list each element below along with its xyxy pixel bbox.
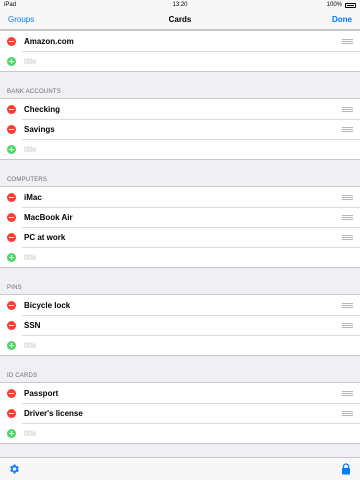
list-item[interactable]: Driver's license (0, 403, 360, 423)
add-item-row[interactable]: title (0, 335, 360, 355)
status-bar: iPad 13:20 100% (0, 0, 360, 10)
page-title: Cards (168, 15, 192, 24)
item-label: MacBook Air (24, 212, 73, 222)
reorder-handle-icon[interactable] (342, 234, 353, 240)
add-item-row[interactable]: title (0, 247, 360, 267)
section-header-bank-accounts: BANK ACCOUNTS (7, 89, 61, 95)
add-icon[interactable] (7, 340, 16, 350)
delete-icon[interactable] (7, 192, 16, 202)
item-label: Bicycle lock (24, 300, 71, 310)
delete-icon[interactable] (7, 388, 16, 398)
item-label: PC at work (24, 232, 66, 242)
list-item[interactable]: Amazon.com (0, 31, 360, 51)
battery-percent: 100% (326, 2, 342, 8)
navigation-bar: Groups Cards Done (0, 10, 360, 30)
bottom-toolbar (0, 457, 360, 480)
title-input[interactable]: title (24, 253, 360, 262)
title-input[interactable]: title (24, 145, 360, 154)
list-item[interactable]: PC at work (0, 227, 360, 247)
group-bank-accounts: Checking Savings title (0, 98, 360, 160)
list-item[interactable]: Passport (0, 383, 360, 403)
delete-icon[interactable] (7, 300, 16, 310)
delete-icon[interactable] (7, 36, 16, 46)
clock: 13:20 (172, 2, 188, 8)
delete-icon[interactable] (7, 104, 16, 114)
title-input[interactable]: title (24, 429, 360, 438)
reorder-handle-icon[interactable] (342, 214, 353, 220)
item-label: Checking (24, 104, 61, 114)
add-item-row[interactable]: title (0, 139, 360, 159)
top-group: Amazon.com title (0, 30, 360, 72)
delete-icon[interactable] (7, 124, 16, 134)
add-icon[interactable] (7, 56, 16, 66)
reorder-handle-icon[interactable] (342, 410, 353, 416)
item-label: Savings (24, 124, 55, 134)
gear-icon[interactable] (8, 463, 20, 475)
title-input[interactable]: title (24, 341, 360, 350)
lock-icon[interactable] (341, 463, 351, 475)
battery-icon (345, 3, 356, 8)
delete-icon[interactable] (7, 408, 16, 418)
card-list[interactable]: Amazon.com title BANK ACCOUNTS Checking … (0, 30, 360, 457)
reorder-handle-icon[interactable] (342, 302, 353, 308)
list-item[interactable]: Savings (0, 119, 360, 139)
item-label: SSN (24, 320, 41, 330)
item-label: Passport (24, 388, 59, 398)
section-header-pins: PINS (7, 285, 22, 291)
done-button[interactable]: Done (332, 10, 352, 30)
list-item[interactable]: MacBook Air (0, 207, 360, 227)
list-item[interactable]: iMac (0, 187, 360, 207)
section-header-computers: COMPUTERS (7, 177, 48, 183)
delete-icon[interactable] (7, 212, 16, 222)
reorder-handle-icon[interactable] (342, 390, 353, 396)
delete-icon[interactable] (7, 320, 16, 330)
delete-icon[interactable] (7, 232, 16, 242)
item-label: iMac (24, 192, 42, 202)
item-label: Amazon.com (24, 36, 74, 46)
add-icon[interactable] (7, 252, 16, 262)
reorder-handle-icon[interactable] (342, 38, 353, 44)
add-icon[interactable] (7, 144, 16, 154)
group-pins: Bicycle lock SSN title (0, 294, 360, 356)
reorder-handle-icon[interactable] (342, 194, 353, 200)
reorder-handle-icon[interactable] (342, 126, 353, 132)
list-item[interactable]: Checking (0, 99, 360, 119)
group-computers: iMac MacBook Air PC at work title (0, 186, 360, 268)
reorder-handle-icon[interactable] (342, 322, 353, 328)
add-icon[interactable] (7, 428, 16, 438)
section-header-id-cards: ID CARDS (7, 373, 38, 379)
add-item-row[interactable]: title (0, 51, 360, 71)
item-label: Driver's license (24, 408, 83, 418)
group-id-cards: Passport Driver's license title (0, 382, 360, 444)
list-item[interactable]: Bicycle lock (0, 295, 360, 315)
title-input[interactable]: title (24, 57, 360, 66)
reorder-handle-icon[interactable] (342, 106, 353, 112)
add-item-row[interactable]: title (0, 423, 360, 443)
list-item[interactable]: SSN (0, 315, 360, 335)
